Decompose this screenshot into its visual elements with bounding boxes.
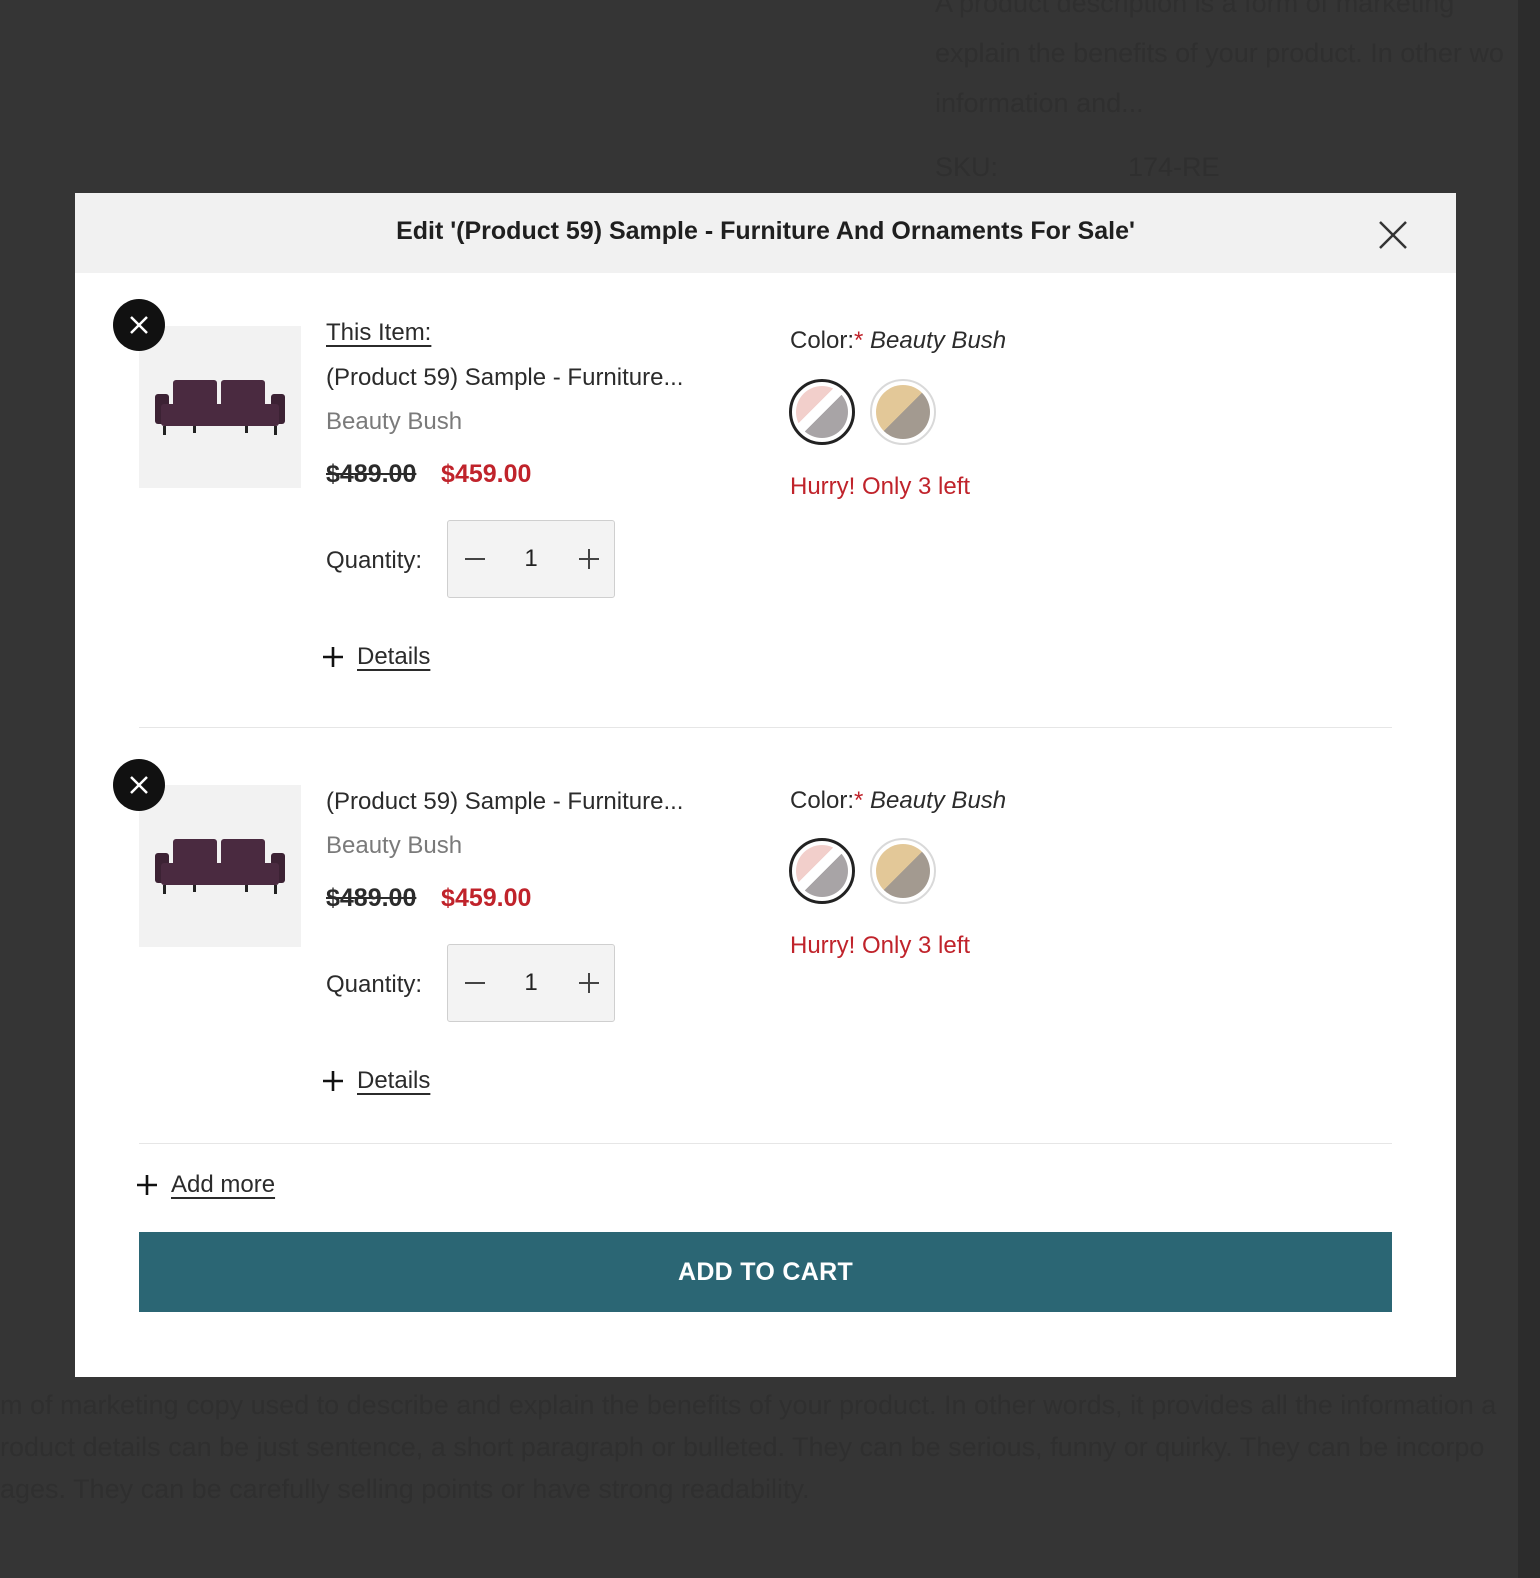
page-scrollbar[interactable] <box>1518 0 1540 1578</box>
sofa-image <box>155 839 285 894</box>
bg-sku-label: SKU: <box>935 152 999 182</box>
close-icon <box>130 776 148 794</box>
variant-label: Beauty Bush <box>326 408 463 435</box>
plus-icon <box>137 1175 157 1195</box>
details-label: Details <box>357 1067 431 1094</box>
modal-close-button[interactable] <box>1375 217 1411 253</box>
quantity-stepper: 1 <box>447 944 615 1022</box>
original-price: $489.00 <box>326 460 417 488</box>
stock-warning: Hurry! Only 3 left <box>790 932 971 959</box>
required-mark: * <box>854 327 864 354</box>
selected-color-value: Beauty Bush <box>870 327 1007 354</box>
modal-title: Edit '(Product 59) Sample - Furniture An… <box>396 217 1135 245</box>
color-swatch-tan[interactable] <box>870 379 936 445</box>
product-thumbnail[interactable] <box>139 326 301 488</box>
minus-icon <box>465 982 485 984</box>
details-label: Details <box>357 643 431 670</box>
add-to-cart-button[interactable]: ADD TO CART <box>139 1232 1392 1312</box>
color-swatch-beauty-bush[interactable] <box>789 379 855 445</box>
required-mark: * <box>854 787 864 814</box>
quantity-label: Quantity: <box>326 547 423 574</box>
decrease-quantity-button[interactable] <box>450 521 500 597</box>
plus-icon <box>579 973 599 993</box>
variant-label: Beauty Bush <box>326 832 463 859</box>
bg-description-line: A product description is a form of marke… <box>935 0 1455 18</box>
quantity-label: Quantity: <box>326 971 423 998</box>
bg-description-line: ages. They can be carefully selling poin… <box>0 1474 810 1504</box>
swatch-fill <box>796 845 848 897</box>
color-label: Color: <box>790 327 855 354</box>
sofa-image <box>155 380 285 435</box>
product-thumbnail[interactable] <box>139 785 301 947</box>
details-toggle[interactable]: Details <box>323 643 430 671</box>
swatch-fill <box>796 386 848 438</box>
sale-price: $459.00 <box>441 884 532 912</box>
bg-description-line: m of marketing copy used to describe and… <box>0 1390 1497 1420</box>
this-item-link[interactable]: This Item: <box>326 319 431 347</box>
color-label: Color: <box>790 787 855 814</box>
swatch-fill <box>876 844 930 898</box>
item-divider <box>139 1143 1392 1144</box>
bg-description-line: explain the benefits of your product. In… <box>935 38 1504 68</box>
plus-icon <box>323 1071 343 1091</box>
bg-description-line: roduct details can be just sentence, a s… <box>0 1432 1485 1462</box>
modal-header: Edit '(Product 59) Sample - Furniture An… <box>75 193 1456 273</box>
quantity-stepper: 1 <box>447 520 615 598</box>
original-price: $489.00 <box>326 884 417 912</box>
color-swatch-beauty-bush[interactable] <box>789 838 855 904</box>
swatch-fill <box>876 385 930 439</box>
color-option-label: Color:* Beauty Bush <box>790 787 1006 815</box>
edit-product-modal: Edit '(Product 59) Sample - Furniture An… <box>75 193 1456 1377</box>
decrease-quantity-button[interactable] <box>450 945 500 1021</box>
add-more-link[interactable]: Add more <box>137 1171 275 1199</box>
close-icon <box>1379 221 1407 249</box>
quantity-input[interactable]: 1 <box>503 545 559 573</box>
item-divider <box>139 727 1392 728</box>
increase-quantity-button[interactable] <box>564 521 614 597</box>
details-toggle[interactable]: Details <box>323 1067 430 1095</box>
selected-color-value: Beauty Bush <box>870 787 1007 814</box>
sale-price: $459.00 <box>441 460 532 488</box>
bg-description-line: information and... <box>935 88 1144 118</box>
minus-icon <box>465 558 485 560</box>
add-more-label: Add more <box>171 1171 276 1198</box>
plus-icon <box>323 647 343 667</box>
increase-quantity-button[interactable] <box>564 945 614 1021</box>
bg-sku-value: 174-RE <box>1128 152 1220 182</box>
price-group: $489.00 $459.00 <box>326 884 531 913</box>
product-name: (Product 59) Sample - Furniture... <box>326 788 684 815</box>
close-icon <box>130 316 148 334</box>
price-group: $489.00 $459.00 <box>326 460 531 489</box>
plus-icon <box>579 549 599 569</box>
product-name: (Product 59) Sample - Furniture... <box>326 364 684 391</box>
quantity-input[interactable]: 1 <box>503 969 559 997</box>
color-option-label: Color:* Beauty Bush <box>790 327 1006 355</box>
stock-warning: Hurry! Only 3 left <box>790 473 971 500</box>
color-swatch-tan[interactable] <box>870 838 936 904</box>
remove-item-button[interactable] <box>113 759 165 811</box>
remove-item-button[interactable] <box>113 299 165 351</box>
